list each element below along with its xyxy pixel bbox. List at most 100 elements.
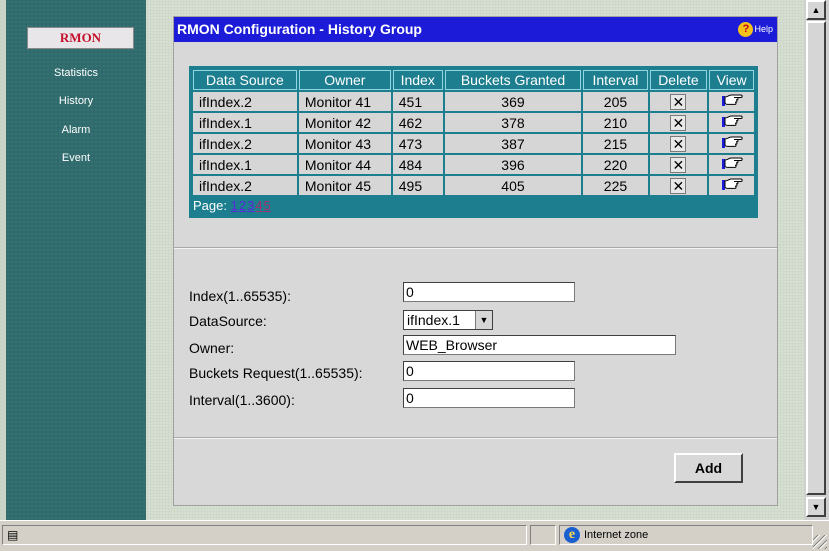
internet-explorer-icon: e: [564, 527, 580, 543]
table-row: ifIndex.2 Monitor 43 473 387 215 ✕: [193, 134, 754, 153]
data-source-cell: ifIndex.1: [193, 155, 297, 174]
page-link[interactable]: 3: [247, 198, 254, 213]
data-source-cell: ifIndex.1: [193, 113, 297, 132]
divider: [174, 437, 777, 439]
index-cell: 462: [392, 113, 443, 132]
interval-cell: 205: [583, 92, 648, 111]
index-cell: 484: [392, 155, 443, 174]
page-link[interactable]: 5: [264, 198, 271, 213]
zone-label: Internet zone: [584, 529, 649, 541]
owner-label: Owner:: [189, 340, 235, 356]
panel-titlebar: RMON Configuration - History Group ? Hel…: [174, 17, 777, 42]
history-table: Data Source Owner Index Buckets Granted …: [189, 66, 758, 218]
close-icon[interactable]: ✕: [670, 156, 687, 173]
help-label: Help: [754, 24, 773, 34]
interval-cell: 225: [583, 176, 648, 195]
buckets-cell: 405: [444, 176, 582, 195]
chevron-down-icon[interactable]: ▼: [475, 311, 492, 329]
col-buckets-granted: Buckets Granted: [444, 70, 582, 90]
buckets-label: Buckets Request(1..65535):: [189, 365, 363, 381]
sidebar-item-statistics[interactable]: Statistics: [6, 67, 146, 79]
pointing-hand-icon[interactable]: [721, 135, 743, 153]
scroll-up-icon[interactable]: ▲: [806, 0, 826, 20]
owner-cell: Monitor 42: [298, 113, 391, 132]
owner-cell: Monitor 45: [298, 176, 391, 195]
data-source-cell: ifIndex.2: [193, 176, 297, 195]
status-main: ▤: [2, 525, 527, 545]
data-source-cell: ifIndex.2: [193, 134, 297, 153]
close-icon[interactable]: ✕: [670, 114, 687, 131]
scroll-thumb[interactable]: [806, 21, 826, 495]
table-row: ifIndex.1 Monitor 42 462 378 210 ✕: [193, 113, 754, 132]
interval-label: Interval(1..3600):: [189, 392, 295, 408]
view-cell: [709, 92, 754, 111]
col-owner: Owner: [298, 70, 391, 90]
interval-input[interactable]: [403, 388, 575, 408]
table-row: ifIndex.2 Monitor 45 495 405 225 ✕: [193, 176, 754, 195]
view-cell: [709, 134, 754, 153]
delete-cell: ✕: [649, 176, 708, 195]
pointing-hand-icon[interactable]: [721, 156, 743, 174]
col-delete: Delete: [649, 70, 708, 90]
pagination: Page: 12345: [191, 197, 756, 216]
view-cell: [709, 176, 754, 195]
data-source-cell: ifIndex.2: [193, 92, 297, 111]
interval-cell: 220: [583, 155, 648, 174]
buckets-input[interactable]: [403, 361, 575, 381]
divider: [174, 247, 777, 249]
index-label: Index(1..65535):: [189, 288, 291, 304]
index-cell: 451: [392, 92, 443, 111]
page-label: Page:: [193, 198, 227, 213]
datasource-select[interactable]: ifIndex.1 ▼: [403, 310, 493, 330]
close-icon[interactable]: ✕: [670, 135, 687, 152]
scroll-down-icon[interactable]: ▼: [806, 497, 826, 517]
help-icon: ?: [738, 22, 754, 37]
help-button[interactable]: ? Help: [738, 21, 773, 38]
close-icon[interactable]: ✕: [670, 177, 687, 194]
status-bar: ▤ e Internet zone: [0, 520, 829, 551]
pointing-hand-icon[interactable]: [721, 177, 743, 195]
owner-cell: Monitor 41: [298, 92, 391, 111]
table-header-row: Data Source Owner Index Buckets Granted …: [193, 70, 754, 90]
datasource-label: DataSource:: [189, 313, 267, 329]
table-row: ifIndex.2 Monitor 41 451 369 205 ✕: [193, 92, 754, 111]
buckets-cell: 369: [444, 92, 582, 111]
owner-cell: Monitor 44: [298, 155, 391, 174]
delete-cell: ✕: [649, 92, 708, 111]
resize-grip-icon[interactable]: [813, 535, 827, 549]
sidebar-item-history[interactable]: History: [6, 95, 146, 107]
sidebar-item-alarm[interactable]: Alarm: [6, 124, 146, 136]
delete-cell: ✕: [649, 113, 708, 132]
delete-cell: ✕: [649, 155, 708, 174]
rmon-tab[interactable]: RMON: [27, 27, 134, 49]
sidebar-item-event[interactable]: Event: [6, 152, 146, 164]
sidebar: RMON Statistics History Alarm Event: [6, 0, 146, 520]
buckets-cell: 387: [444, 134, 582, 153]
col-data-source: Data Source: [193, 70, 297, 90]
pointing-hand-icon[interactable]: [721, 93, 743, 111]
col-view: View: [709, 70, 754, 90]
view-cell: [709, 155, 754, 174]
page-link[interactable]: 1: [231, 198, 238, 213]
page-link[interactable]: 2: [239, 198, 246, 213]
vertical-scrollbar[interactable]: ▲ ▼: [804, 0, 829, 520]
interval-cell: 210: [583, 113, 648, 132]
owner-input[interactable]: [403, 335, 676, 355]
index-input[interactable]: [403, 282, 575, 302]
index-cell: 495: [392, 176, 443, 195]
buckets-cell: 378: [444, 113, 582, 132]
col-interval: Interval: [583, 70, 648, 90]
status-cell: [530, 525, 556, 545]
buckets-cell: 396: [444, 155, 582, 174]
panel-title: RMON Configuration - History Group: [177, 21, 422, 37]
pointing-hand-icon[interactable]: [721, 114, 743, 132]
col-index: Index: [392, 70, 443, 90]
close-icon[interactable]: ✕: [670, 93, 687, 110]
status-zone: e Internet zone: [559, 525, 813, 545]
add-button[interactable]: Add: [674, 453, 743, 483]
page-icon: ▤: [7, 528, 19, 542]
page-link[interactable]: 4: [255, 198, 262, 213]
datasource-value: ifIndex.1: [407, 312, 460, 328]
interval-cell: 215: [583, 134, 648, 153]
index-cell: 473: [392, 134, 443, 153]
